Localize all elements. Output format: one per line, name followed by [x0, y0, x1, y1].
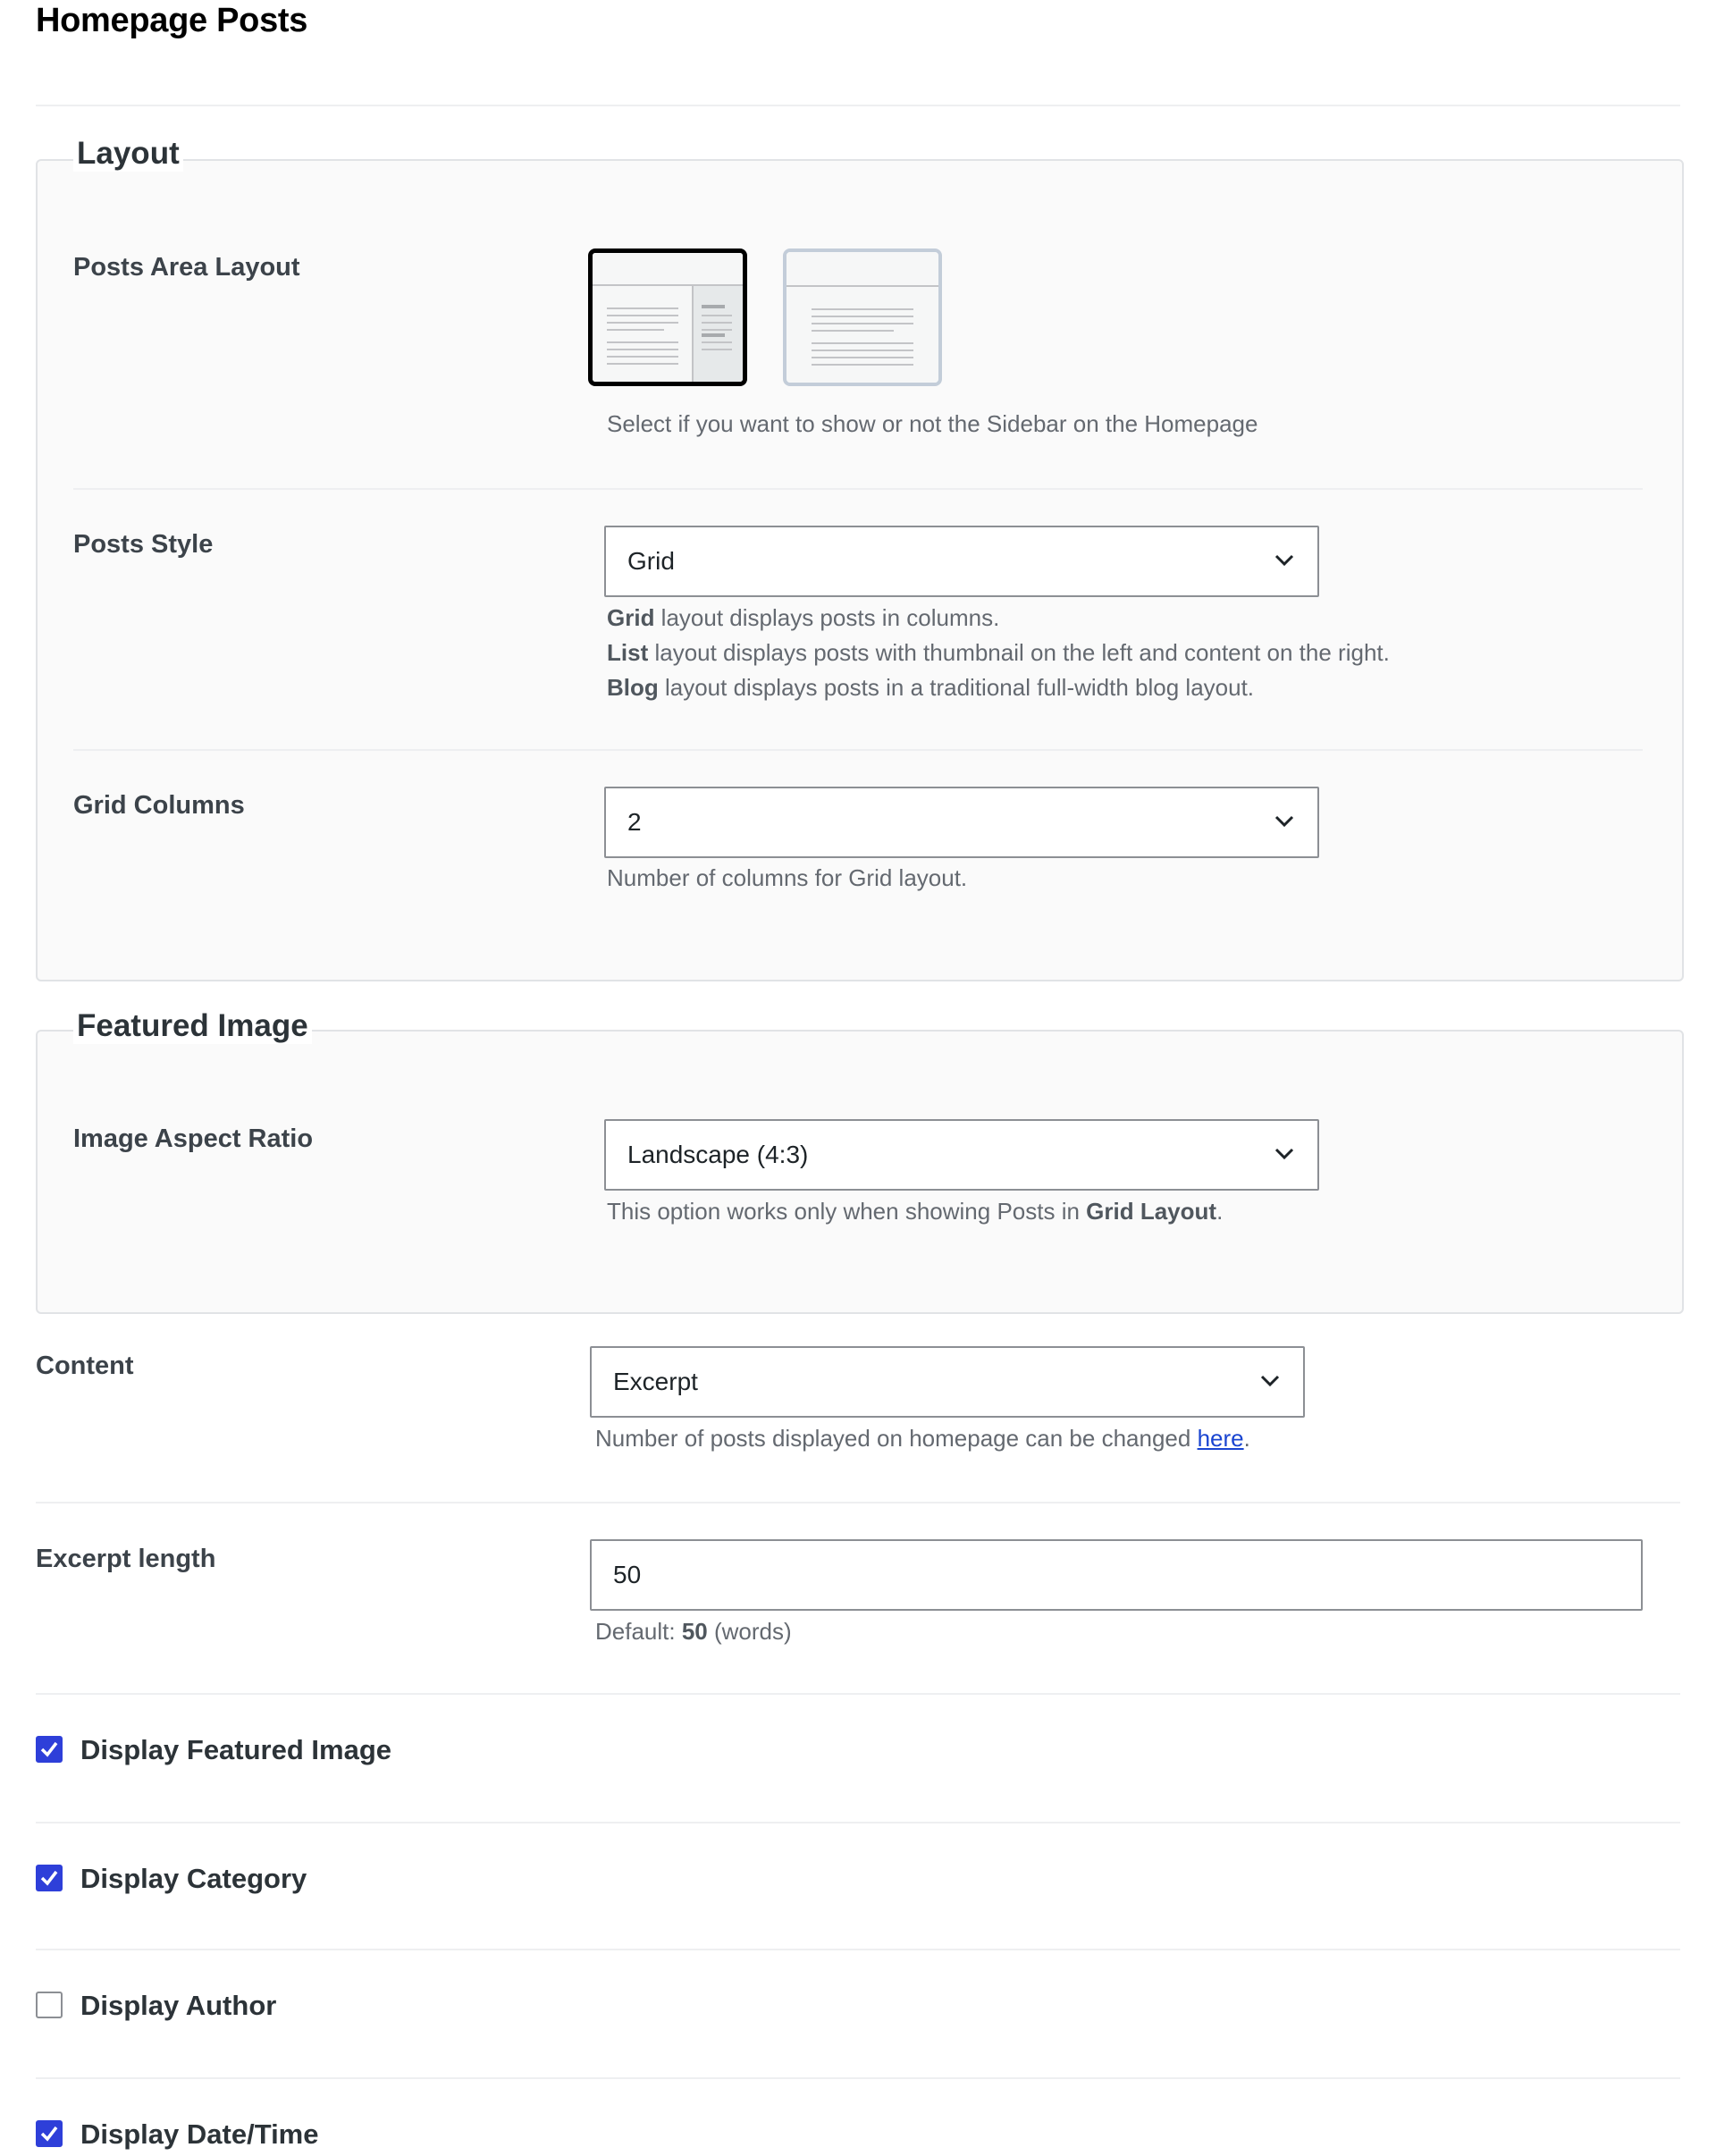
display-date-time-checkbox[interactable]	[36, 2120, 63, 2147]
grid-columns-select[interactable]: 2	[604, 787, 1319, 858]
posts-style-desc-list: List layout displays posts with thumbnai…	[607, 639, 1390, 666]
page-title: Homepage Posts	[36, 2, 308, 39]
divider	[36, 1693, 1680, 1695]
divider	[36, 105, 1680, 106]
display-featured-image-label: Display Featured Image	[80, 1734, 392, 1765]
excerpt-length-input[interactable]: 50	[590, 1539, 1643, 1611]
display-category-row[interactable]: Display Category	[36, 1863, 572, 1900]
chevron-down-icon	[1260, 1375, 1280, 1387]
grid-columns-label: Grid Columns	[73, 791, 245, 820]
checkmark-icon	[40, 1870, 58, 1886]
display-featured-image-row[interactable]: Display Featured Image	[36, 1734, 572, 1772]
posts-area-layout-label: Posts Area Layout	[73, 253, 300, 282]
display-author-row[interactable]: Display Author	[36, 1990, 572, 2027]
chevron-down-icon	[1274, 1148, 1294, 1160]
content-value: Excerpt	[613, 1368, 698, 1395]
chevron-down-icon	[1274, 815, 1294, 828]
chevron-down-icon	[1274, 554, 1294, 567]
layout-option-with-sidebar[interactable]	[588, 248, 747, 386]
display-date-time-row[interactable]: Display Date/Time	[36, 2118, 572, 2156]
posts-style-desc-blog: Blog layout displays posts in a traditio…	[607, 674, 1255, 701]
posts-style-select[interactable]: Grid	[604, 526, 1319, 597]
checkmark-icon	[40, 1741, 58, 1757]
layout-option-no-sidebar[interactable]	[783, 248, 942, 386]
excerpt-length-default: Default: 50 (words)	[595, 1618, 792, 1645]
display-author-checkbox[interactable]	[36, 1992, 63, 2018]
content-label: Content	[36, 1352, 134, 1380]
posts-style-desc-grid: Grid layout displays posts in columns.	[607, 604, 1000, 631]
content-select[interactable]: Excerpt	[590, 1346, 1305, 1418]
display-category-label: Display Category	[80, 1863, 307, 1894]
featured-image-legend: Featured Image	[73, 1008, 312, 1044]
full-width-layout-icon	[786, 252, 938, 383]
display-date-time-label: Display Date/Time	[80, 2118, 319, 2150]
sidebar-layout-icon	[593, 253, 743, 382]
divider	[36, 1822, 1680, 1823]
content-description: Number of posts displayed on homepage ca…	[595, 1425, 1250, 1452]
image-aspect-ratio-description: This option works only when showing Post…	[607, 1198, 1224, 1225]
display-author-label: Display Author	[80, 1990, 277, 2021]
divider	[36, 2077, 1680, 2079]
divider	[73, 749, 1643, 751]
posts-style-label: Posts Style	[73, 530, 214, 559]
divider	[36, 1502, 1680, 1503]
layout-legend: Layout	[73, 136, 183, 172]
checkmark-icon	[40, 2126, 58, 2142]
posts-area-layout-description: Select if you want to show or not the Si…	[607, 410, 1258, 437]
excerpt-length-value: 50	[613, 1561, 642, 1588]
grid-columns-description: Number of columns for Grid layout.	[607, 864, 968, 891]
change-posts-count-link[interactable]: here	[1198, 1425, 1244, 1452]
display-category-checkbox[interactable]	[36, 1865, 63, 1891]
divider	[73, 488, 1643, 490]
display-featured-image-checkbox[interactable]	[36, 1736, 63, 1763]
posts-style-description: Grid layout displays posts in columns. L…	[607, 601, 1390, 705]
image-aspect-ratio-select[interactable]: Landscape (4:3)	[604, 1119, 1319, 1191]
excerpt-length-label: Excerpt length	[36, 1545, 216, 1573]
posts-style-value: Grid	[627, 547, 675, 575]
image-aspect-ratio-value: Landscape (4:3)	[627, 1141, 809, 1168]
image-aspect-ratio-label: Image Aspect Ratio	[73, 1124, 314, 1153]
divider	[36, 1949, 1680, 1950]
grid-columns-value: 2	[627, 808, 642, 836]
